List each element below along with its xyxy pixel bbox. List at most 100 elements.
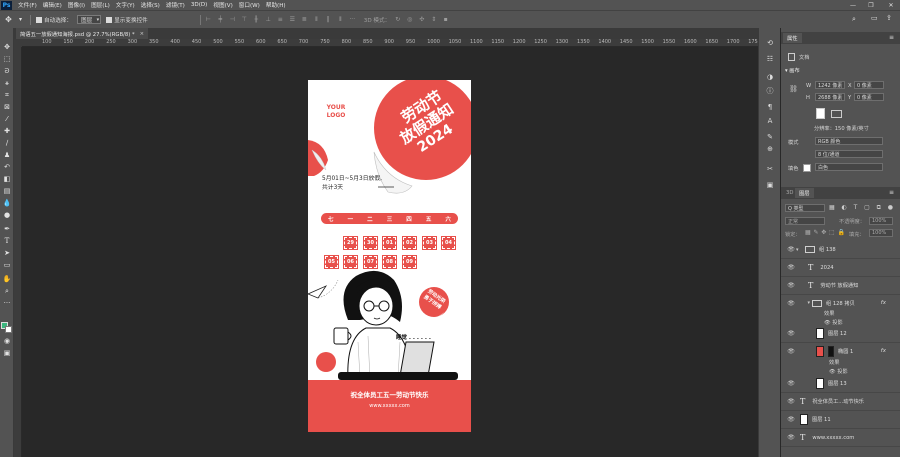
visibility-eye-icon[interactable]: 👁 [786, 348, 796, 355]
share-icon[interactable]: ⇪ [886, 14, 895, 23]
height-field[interactable]: 2688 像素 [815, 93, 845, 101]
3d-scale-icon[interactable]: ▪ [441, 15, 450, 24]
dodge-tool-icon[interactable]: ● [2, 210, 12, 220]
align-vcenter-icon[interactable]: ╫ [252, 15, 261, 24]
visibility-eye-icon[interactable]: 👁 [786, 264, 796, 271]
background-color-swatch[interactable] [5, 326, 12, 333]
lock-artboard-icon[interactable]: ⬚ [829, 229, 835, 236]
layer-filter-dropdown[interactable]: Q 类型 [785, 204, 825, 212]
quick-mask-icon[interactable]: ◉ [2, 336, 12, 346]
history-icon[interactable]: ⟲ [765, 38, 775, 48]
blur-tool-icon[interactable]: 💧 [2, 198, 12, 208]
lock-pixels-icon[interactable]: ✎ [813, 229, 818, 236]
menu-window[interactable]: 窗口(W) [239, 1, 260, 9]
distribute-hcenter-icon[interactable]: ‖ [324, 15, 333, 24]
menu-type[interactable]: 文字(Y) [116, 1, 135, 9]
type-tool-icon[interactable]: T [2, 236, 12, 246]
drop-shadow-row[interactable]: 👁 投影 [829, 368, 848, 375]
filter-adjust-icon[interactable]: ◐ [842, 204, 847, 213]
chevron-down-icon[interactable]: ▾ [796, 300, 810, 306]
workspace-icon[interactable]: ▭ [871, 14, 880, 23]
visibility-eye-icon[interactable]: 👁 [786, 330, 796, 337]
visibility-eye-icon[interactable]: 👁 [786, 282, 796, 289]
chevron-down-icon[interactable]: ▾ [16, 15, 25, 24]
zoom-tool-icon[interactable]: ⌕ [2, 286, 12, 296]
fx-icon[interactable]: fx [881, 300, 886, 306]
3d-roll-icon[interactable]: ◎ [405, 15, 414, 24]
gradient-tool-icon[interactable]: ▤ [2, 186, 12, 196]
menu-edit[interactable]: 编辑(E) [43, 1, 62, 9]
tools-icon[interactable]: ✂ [765, 164, 775, 174]
filter-pixel-icon[interactable]: ▦ [829, 204, 835, 213]
align-bottom-icon[interactable]: ⊥ [264, 15, 273, 24]
lock-position-icon[interactable]: ✥ [821, 229, 826, 236]
fill-dropdown[interactable]: 白色 [815, 163, 883, 171]
fill-swatch[interactable] [803, 164, 811, 172]
3d-pan-icon[interactable]: ✣ [417, 15, 426, 24]
visibility-eye-icon[interactable]: 👁 [786, 398, 796, 405]
layer-row[interactable]: 👁 图层 11 [781, 411, 900, 429]
menu-help[interactable]: 帮助(H) [266, 1, 286, 9]
path-select-icon[interactable]: ➤ [2, 248, 12, 258]
distribute-bottom-icon[interactable]: ≣ [300, 15, 309, 24]
restore-button[interactable]: ❐ [864, 0, 878, 10]
link-icon[interactable]: ⛓ [789, 85, 798, 93]
lock-all-icon[interactable]: 🔒 [837, 229, 844, 236]
align-left-icon[interactable]: ⊢ [204, 15, 213, 24]
distribute-vcenter-icon[interactable]: ☰ [288, 15, 297, 24]
move-tool-icon[interactable]: ✥ [4, 15, 13, 24]
more-options-icon[interactable]: ··· [348, 15, 357, 24]
3d-rotate-icon[interactable]: ↻ [393, 15, 402, 24]
align-hcenter-icon[interactable]: ╪ [216, 15, 225, 24]
distribute-right-icon[interactable]: ⫴ [336, 15, 345, 24]
show-transform-checkbox[interactable]: 显示变换控件 [106, 16, 148, 24]
screen-mode-icon[interactable]: ▣ [2, 348, 12, 358]
filter-shape-icon[interactable]: ▢ [864, 204, 870, 213]
lock-transparency-icon[interactable]: ▦ [805, 229, 811, 236]
paragraph-icon[interactable]: ¶ [765, 102, 775, 112]
align-right-icon[interactable]: ⊣ [228, 15, 237, 24]
tab-properties[interactable]: 属性 [783, 33, 802, 43]
tab-layers[interactable]: 图层 [795, 188, 814, 198]
layer-row[interactable]: 👁 椭圆 1 fx [781, 343, 900, 359]
history-brush-icon[interactable]: ↶ [2, 162, 12, 172]
width-field[interactable]: 1242 像素 [815, 81, 845, 89]
layer-row[interactable]: 👁 T 2024 [781, 259, 900, 277]
stamp-tool-icon[interactable]: ♟ [2, 150, 12, 160]
menu-select[interactable]: 选择(S) [141, 1, 160, 9]
pen-tool-icon[interactable]: ✒ [2, 224, 12, 234]
visibility-eye-icon[interactable]: 👁 [786, 300, 796, 307]
adjustments-icon[interactable]: ◑ [765, 72, 775, 82]
opacity-field[interactable]: 100% [869, 217, 893, 225]
libraries-icon[interactable]: ▣ [765, 180, 775, 190]
chevron-down-icon[interactable]: ▾ [796, 247, 805, 253]
distribute-left-icon[interactable]: ⦀ [312, 15, 321, 24]
filter-smart-icon[interactable]: ⧉ [877, 204, 881, 213]
magic-wand-icon[interactable]: ⚹ [2, 78, 12, 88]
visibility-eye-icon[interactable]: 👁 [786, 416, 796, 423]
healing-brush-icon[interactable]: ✚ [2, 126, 12, 136]
visibility-eye-icon[interactable]: 👁 [786, 380, 796, 387]
layer-row[interactable]: 👁 T 祝全体员工...动节快乐 [781, 393, 900, 411]
layer-row[interactable]: 👁 ▾ 组 138 [781, 241, 900, 259]
filter-type-icon[interactable]: T [854, 204, 858, 213]
character-icon[interactable]: A [765, 116, 775, 126]
layer-row[interactable]: 👁 ▾ 组 128 拷贝 fx [781, 295, 900, 311]
vertical-ruler[interactable] [14, 47, 22, 457]
minimize-button[interactable]: — [846, 0, 860, 10]
panel-menu-icon[interactable]: ≡ [889, 189, 894, 196]
align-top-icon[interactable]: ⊤ [240, 15, 249, 24]
close-button[interactable]: ✕ [884, 0, 898, 10]
more-tools-icon[interactable]: ··· [2, 298, 12, 308]
menu-layer[interactable]: 图层(L) [91, 1, 110, 9]
brush-settings-icon[interactable]: ⊕ [765, 144, 775, 154]
panel-menu-icon[interactable]: ≡ [889, 34, 894, 41]
mode-dropdown[interactable]: RGB 颜色 [815, 137, 883, 145]
portrait-orientation-icon[interactable] [816, 108, 825, 119]
frame-tool-icon[interactable]: ⊠ [2, 102, 12, 112]
hand-tool-icon[interactable]: ✋ [2, 274, 12, 284]
depth-dropdown[interactable]: 8 位/通道 [815, 150, 883, 158]
menu-filter[interactable]: 滤镜(T) [166, 1, 185, 9]
menu-file[interactable]: 文件(F) [18, 1, 37, 9]
layer-row[interactable]: 👁 图层 12 [781, 325, 900, 343]
